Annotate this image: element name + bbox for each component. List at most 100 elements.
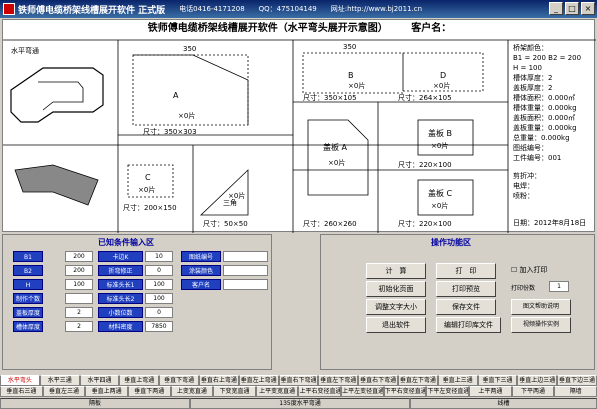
shape-tab[interactable]: 垂直上三通 xyxy=(437,375,478,386)
status-tab[interactable]: 线槽 xyxy=(410,398,597,409)
shape-tab[interactable]: 垂直上边三通 xyxy=(517,375,558,386)
shape-tab[interactable]: 垂直左上弯通 xyxy=(238,375,279,386)
svg-text:尺寸：264×105: 尺寸：264×105 xyxy=(398,93,452,102)
video-button[interactable]: 视频操作实例 xyxy=(511,317,571,333)
exit-button[interactable]: 退出软件 xyxy=(366,317,426,333)
minimize-icon[interactable]: _ xyxy=(549,2,563,15)
known-input[interactable]: 10 xyxy=(145,251,173,262)
shape-tab[interactable]: 垂直左下弯通 xyxy=(397,375,438,386)
shape-tab[interactable]: 上平两通 xyxy=(469,386,512,397)
shape-tab[interactable]: 下平左变径直通 xyxy=(426,386,470,397)
print-button[interactable]: 打 印 xyxy=(436,263,496,279)
known-input[interactable]: 100 xyxy=(65,279,93,290)
shape-tab[interactable]: 垂直上弯通 xyxy=(119,375,160,386)
svg-text:350: 350 xyxy=(183,45,196,53)
known-label: 客户名 xyxy=(181,279,221,290)
known-label: B1 xyxy=(13,251,43,262)
shape-tab[interactable]: 上变宽直通 xyxy=(170,386,214,397)
known-label: 标准头长2 xyxy=(98,293,143,304)
status-tab[interactable]: 135度水平弯通 xyxy=(190,398,410,409)
known-input[interactable]: 2 xyxy=(65,307,93,318)
maximize-icon[interactable]: □ xyxy=(565,2,579,15)
known-input[interactable] xyxy=(65,293,93,304)
shape-tab[interactable]: 垂直上两通 xyxy=(85,386,128,397)
svg-text:盖板 A: 盖板 A xyxy=(323,142,348,152)
svg-text:桥架颜色：: 桥架颜色： xyxy=(513,43,548,52)
diagram-label: 水平弯通 xyxy=(11,46,39,55)
known-input[interactable]: 200 xyxy=(65,251,93,262)
print-preview-button[interactable]: 打印预览 xyxy=(436,281,496,297)
shape-tabs-row1: 水平弯头 水平三通 水平四通 垂直上弯通 垂直下弯通 垂直右上弯通 垂直左上弯通 垂直右下弯通… xyxy=(0,375,597,386)
svg-text:槽体重量：0.000kg: 槽体重量：0.000kg xyxy=(513,103,577,112)
calculate-button[interactable]: 计 算 xyxy=(366,263,426,279)
shape-tab[interactable]: 水平四通 xyxy=(79,375,120,386)
known-label: 盖板厚度 xyxy=(13,307,43,318)
shape-tab[interactable]: 水平弯头 xyxy=(0,375,40,386)
shape-tab[interactable]: 上平变宽直通 xyxy=(255,386,299,397)
add-print-checkbox[interactable]: ☐ 加入打印 xyxy=(511,265,548,275)
known-label: 卡边K xyxy=(98,251,143,262)
window-title: 铁师傅电缆桥架线槽展开软件 正式版 xyxy=(18,5,166,16)
expansion-diagram: 水平弯通 350 A ×0片 尺寸：350×303 350 B ×0片 尺寸：3… xyxy=(3,39,596,233)
shape-tab[interactable]: 垂直右下弯通 xyxy=(358,375,398,386)
known-label: 涂装颜色 xyxy=(181,265,221,276)
title-bar: 铁师傅电缆桥架线槽展开软件 正式版 电话0416-4171208 QQ：4751… xyxy=(0,0,597,18)
svg-text:×0片: ×0片 xyxy=(178,111,195,120)
init-page-button[interactable]: 初始化页面 xyxy=(366,281,426,297)
known-input[interactable]: 0 xyxy=(145,307,173,318)
edit-print-lib-button[interactable]: 编辑打印库文件 xyxy=(436,317,501,333)
shape-tab[interactable]: 垂直右三通 xyxy=(0,386,43,397)
font-size-button[interactable]: 调整文字大小 xyxy=(366,299,426,315)
known-input[interactable] xyxy=(223,265,268,276)
svg-text:H = 100: H = 100 xyxy=(513,64,542,72)
ops-title: 操作功能区 xyxy=(431,238,471,247)
svg-text:尺寸：200×150: 尺寸：200×150 xyxy=(123,203,177,212)
svg-text:D: D xyxy=(440,71,446,80)
copies-label: 打印份数 xyxy=(511,285,536,292)
shape-tab[interactable]: 垂直下两通 xyxy=(127,386,171,397)
shape-tab[interactable]: 垂直下边三通 xyxy=(557,375,597,386)
svg-text:槽体厚度：2: 槽体厚度：2 xyxy=(513,73,552,82)
known-input[interactable]: 100 xyxy=(145,279,173,290)
shape-tab[interactable]: 下平右变径直通 xyxy=(383,386,427,397)
svg-text:盖板 B: 盖板 B xyxy=(428,128,452,138)
known-title: 已知条件输入区 xyxy=(98,238,154,247)
shape-tab[interactable]: 上平左变径直通 xyxy=(341,386,384,397)
shape-tab[interactable]: 垂直右下弯通 xyxy=(278,375,319,386)
svg-text:×0片: ×0片 xyxy=(431,141,448,150)
known-label: 材料密度 xyxy=(98,321,143,332)
known-input[interactable]: 0 xyxy=(145,265,173,276)
shape-tab[interactable]: 垂直右上弯通 xyxy=(198,375,239,386)
svg-text:日期：2012年8月18日: 日期：2012年8月18日 xyxy=(513,218,586,227)
known-input[interactable] xyxy=(223,251,268,262)
url-text: 网址:http://www.bj2011.cn xyxy=(330,5,423,13)
known-input[interactable]: 200 xyxy=(65,265,93,276)
shape-tab[interactable]: 隔墙 xyxy=(554,386,597,397)
close-icon[interactable]: × xyxy=(581,2,595,15)
shape-tab[interactable]: 下变宽直通 xyxy=(213,386,256,397)
svg-text:B1 = 200 B2 = 200: B1 = 200 B2 = 200 xyxy=(513,54,581,62)
svg-text:×0片: ×0片 xyxy=(433,81,450,90)
shape-tabs-row2: 垂直右三通 垂直左三通 垂直上两通 垂直下两通 上变宽直通 下变宽直通 上平变宽直通 上平右变… xyxy=(0,386,597,397)
shape-tab[interactable]: 水平三通 xyxy=(39,375,80,386)
help-button[interactable]: 图文帮助说明 xyxy=(511,299,571,315)
save-file-button[interactable]: 保存文件 xyxy=(436,299,496,315)
shape-tab[interactable]: 垂直左下弯通 xyxy=(318,375,359,386)
status-tab[interactable]: 隔板 xyxy=(0,398,190,409)
known-input[interactable]: 100 xyxy=(145,293,173,304)
shape-tab[interactable]: 垂直左三通 xyxy=(42,386,86,397)
known-input[interactable]: 2 xyxy=(65,321,93,332)
known-label: 标准头长1 xyxy=(98,279,143,290)
shape-tab[interactable]: 上平右变径直通 xyxy=(298,386,342,397)
shape-tab[interactable]: 下平两通 xyxy=(511,386,555,397)
known-label: 槽体厚度 xyxy=(13,321,43,332)
known-input[interactable]: 7850 xyxy=(145,321,173,332)
shape-tab[interactable]: 垂直下弯通 xyxy=(159,375,199,386)
svg-text:B: B xyxy=(348,71,354,80)
svg-text:喷粉：: 喷粉： xyxy=(513,191,534,200)
shape-tab[interactable]: 垂直下三通 xyxy=(477,375,518,386)
known-input[interactable] xyxy=(223,279,268,290)
copies-input[interactable]: 1 xyxy=(549,281,569,292)
app-icon xyxy=(3,3,15,15)
known-conditions-panel: 已知条件输入区 B1 200 卡边K 10 图纸编号 B2 200 折弯修正 0 涂装颜色 H 100… xyxy=(2,234,272,370)
